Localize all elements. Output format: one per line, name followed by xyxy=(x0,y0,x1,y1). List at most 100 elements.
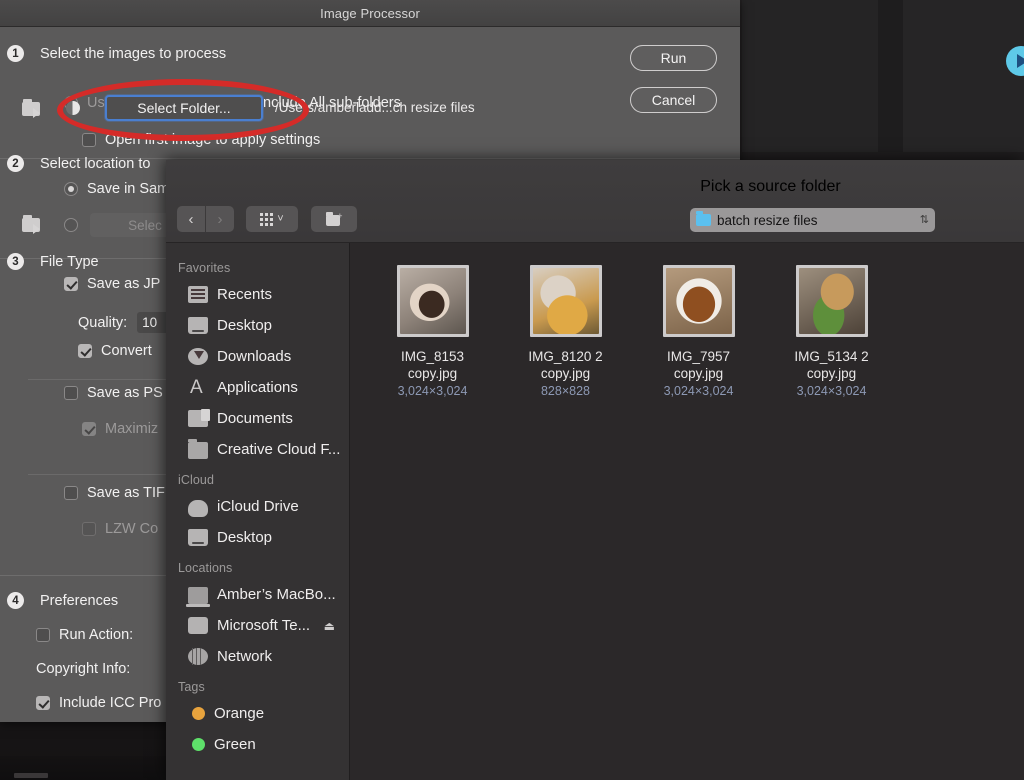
run-button[interactable]: Run xyxy=(630,45,717,71)
chevron-left-icon: ‹ xyxy=(189,212,194,227)
file-grid: IMG_8153 copy.jpg 3,024×3,024 IMG_8120 2… xyxy=(350,265,1024,398)
file-name-line2: copy.jpg xyxy=(541,365,590,382)
sidebar-item-tag-green[interactable]: Green xyxy=(166,729,349,760)
include-icc-checkbox[interactable] xyxy=(36,696,50,710)
picker-title-wrap: Pick a source folder xyxy=(517,178,1024,196)
stepper-icon: ⇅ xyxy=(920,215,929,226)
sidebar-item-documents[interactable]: Documents xyxy=(166,403,349,434)
save-as-jpeg-checkbox[interactable] xyxy=(64,277,78,291)
sidebar-item-applications[interactable]: Applications xyxy=(166,372,349,403)
file-item[interactable]: IMG_8120 2 copy.jpg 828×828 xyxy=(499,265,632,398)
save-in-same-label: Save in Sam xyxy=(87,181,169,197)
save-as-tiff-label: Save as TIF xyxy=(87,485,165,501)
sidebar-item-label: Microsoft Te... xyxy=(217,617,310,634)
picker-title: Pick a source folder xyxy=(700,178,841,195)
eject-icon[interactable]: ⏏ xyxy=(324,619,335,633)
save-as-psd-label: Save as PS xyxy=(87,385,163,401)
desktop-icon xyxy=(188,529,208,546)
sidebar-item-macbook[interactable]: Amber’s MacBo... xyxy=(166,579,349,610)
desktop-icon xyxy=(188,317,208,334)
sidebar-item-label: Downloads xyxy=(217,348,291,365)
step-1-heading: Select the images to process xyxy=(40,46,226,62)
sidebar-item-recents[interactable]: Recents xyxy=(166,279,349,310)
include-icc-label: Include ICC Pro xyxy=(59,695,161,711)
chevron-right-icon: › xyxy=(218,212,223,227)
source-folder-icon xyxy=(22,99,48,119)
file-name-line1: IMG_5134 2 xyxy=(794,348,868,365)
open-first-image-label: Open first image to apply settings xyxy=(105,132,320,148)
downloads-icon xyxy=(188,348,208,365)
recents-icon xyxy=(188,286,208,303)
step-4-heading: Preferences xyxy=(40,593,118,609)
file-item[interactable]: IMG_8153 copy.jpg 3,024×3,024 xyxy=(366,265,499,398)
convert-profile-checkbox[interactable] xyxy=(78,344,92,358)
open-first-image-checkbox[interactable] xyxy=(82,133,96,147)
view-options-button[interactable]: ˅ xyxy=(246,206,298,232)
sidebar-item-label: Recents xyxy=(217,286,272,303)
grid-view-icon xyxy=(260,213,273,226)
back-button[interactable]: ‹ xyxy=(177,206,205,232)
file-name-line1: IMG_7957 xyxy=(667,348,730,365)
sidebar-item-creative-cloud[interactable]: Creative Cloud F... xyxy=(166,434,349,465)
cancel-button[interactable]: Cancel xyxy=(630,87,717,113)
run-action-label: Run Action: xyxy=(59,627,133,643)
sidebar-item-icloud-desktop[interactable]: Desktop xyxy=(166,522,349,553)
picker-main: Favorites Recents Desktop Downloads Appl… xyxy=(166,243,1024,780)
lzw-compression-checkbox[interactable] xyxy=(82,522,96,536)
sidebar-item-label: Desktop xyxy=(217,317,272,334)
save-as-tiff-checkbox[interactable] xyxy=(64,486,78,500)
sidebar-item-microsoft-drive[interactable]: Microsoft Te... ⏏ xyxy=(166,610,349,641)
new-folder-button[interactable]: + xyxy=(311,206,357,232)
sidebar-header-locations: Locations xyxy=(166,553,349,579)
picker-sidebar[interactable]: Favorites Recents Desktop Downloads Appl… xyxy=(166,243,350,780)
sidebar-item-label: Amber’s MacBo... xyxy=(217,586,336,603)
sidebar-item-label: Documents xyxy=(217,410,293,427)
picker-toolbar: Pick a source folder ‹ › ˅ + xyxy=(166,160,1024,243)
file-item[interactable]: IMG_7957 copy.jpg 3,024×3,024 xyxy=(632,265,765,398)
select-folder-button[interactable]: Select Folder... xyxy=(105,95,263,121)
save-in-same-radio[interactable] xyxy=(64,182,78,196)
file-dimensions: 3,024×3,024 xyxy=(664,384,734,398)
sidebar-item-desktop[interactable]: Desktop xyxy=(166,310,349,341)
lzw-compression-label: LZW Co xyxy=(105,521,158,537)
save-as-psd-checkbox[interactable] xyxy=(64,386,78,400)
file-item[interactable]: IMG_5134 2 copy.jpg 3,024×3,024 xyxy=(765,265,898,398)
sidebar-header-icloud: iCloud xyxy=(166,465,349,491)
file-picker-sheet: Pick a source folder ‹ › ˅ + xyxy=(166,160,1024,780)
save-in-folder-radio[interactable] xyxy=(64,218,78,232)
sidebar-item-label: Desktop xyxy=(217,529,272,546)
sidebar-item-downloads[interactable]: Downloads xyxy=(166,341,349,372)
source-radio-glyph[interactable] xyxy=(66,101,80,115)
forward-button[interactable]: › xyxy=(206,206,234,232)
dialog-title: Image Processor xyxy=(320,6,420,21)
step-2-heading: Select location to xyxy=(40,156,150,172)
file-thumbnail xyxy=(796,265,868,337)
step-4-number: 4 xyxy=(7,592,24,609)
sidebar-item-network[interactable]: Network xyxy=(166,641,349,672)
background-app-panel-left xyxy=(742,0,878,152)
step-2-number: 2 xyxy=(7,155,24,172)
orange-tag-icon xyxy=(192,707,205,720)
file-name-line2: copy.jpg xyxy=(408,365,457,382)
file-browser-area[interactable]: IMG_8153 copy.jpg 3,024×3,024 IMG_8120 2… xyxy=(350,243,1024,780)
sidebar-item-tag-orange[interactable]: Orange xyxy=(166,698,349,729)
step-1-number: 1 xyxy=(7,45,24,62)
file-thumbnail xyxy=(397,265,469,337)
sidebar-item-icloud-drive[interactable]: iCloud Drive xyxy=(166,491,349,522)
source-folder-name: batch resize files xyxy=(717,213,914,228)
run-action-checkbox[interactable] xyxy=(36,628,50,642)
sidebar-header-tags: Tags xyxy=(166,672,349,698)
drive-icon xyxy=(188,617,208,634)
source-folder-popup[interactable]: batch resize files ⇅ xyxy=(690,208,935,232)
plus-glyph: + xyxy=(337,212,342,221)
dialog-titlebar[interactable]: Image Processor xyxy=(0,0,740,27)
sidebar-item-label: Creative Cloud F... xyxy=(217,441,340,458)
green-tag-icon xyxy=(192,738,205,751)
sidebar-item-label: Green xyxy=(214,736,256,753)
documents-icon xyxy=(188,410,208,427)
folder-icon xyxy=(696,214,711,226)
maximize-compatibility-checkbox[interactable] xyxy=(82,422,96,436)
chevron-down-icon: ˅ xyxy=(277,213,283,225)
file-name-line2: copy.jpg xyxy=(807,365,856,382)
sidebar-item-label: Orange xyxy=(214,705,264,722)
